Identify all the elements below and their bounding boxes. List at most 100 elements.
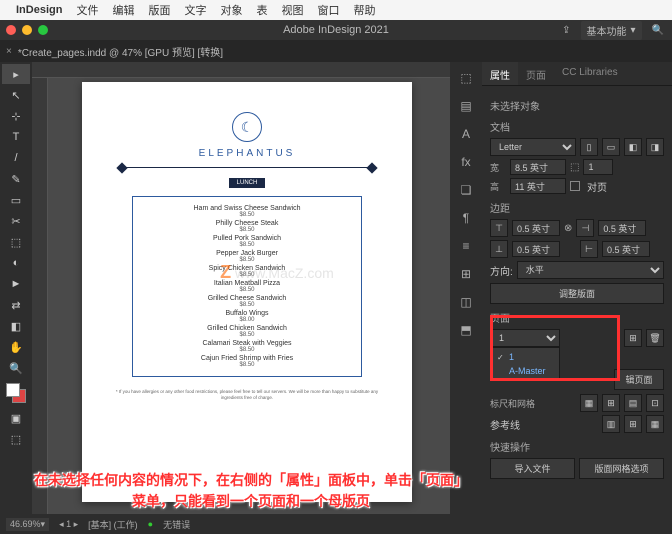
binding-ltr-icon[interactable]: ◧ xyxy=(624,138,642,156)
free-transform-tool[interactable]: ► xyxy=(2,274,30,294)
menu-type[interactable]: 文字 xyxy=(184,2,206,18)
quick-actions-label: 快速操作 xyxy=(490,439,664,454)
margin-top-icon: ⊤ xyxy=(490,219,508,237)
tab-properties[interactable]: 属性 xyxy=(482,62,518,85)
pen-tool[interactable]: ✎ xyxy=(2,169,30,189)
preset-select[interactable]: Letter xyxy=(490,138,576,156)
strip-layers-icon[interactable]: ▤ xyxy=(452,94,480,118)
menu-food-item: Grilled Chicken Sandwich$8.50 xyxy=(143,325,351,338)
view-mode[interactable]: ▣ xyxy=(2,408,30,428)
new-page-icon[interactable]: ⊞ xyxy=(624,329,642,347)
tab-close-icon[interactable]: × xyxy=(6,46,12,57)
guides-icon-2[interactable]: ⊞ xyxy=(624,415,642,433)
document-tab[interactable]: × *Create_pages.indd @ 47% [GPU 预览] [转换] xyxy=(6,44,223,59)
guides-icon-3[interactable]: ▦ xyxy=(646,415,664,433)
grid-icon-2[interactable]: ⊞ xyxy=(602,394,620,412)
zoom-control[interactable]: 46.69% ▾ xyxy=(6,518,49,531)
note-tool[interactable]: ⇄ xyxy=(2,295,30,315)
screen-mode[interactable]: ⬚ xyxy=(2,429,30,449)
vertical-ruler[interactable] xyxy=(32,78,48,534)
menu-object[interactable]: 对象 xyxy=(220,2,242,18)
strip-stroke-icon[interactable]: ◫ xyxy=(452,290,480,314)
strip-pages-icon[interactable]: ⬚ xyxy=(452,66,480,90)
strip-paragraph-icon[interactable]: ¶ xyxy=(452,206,480,230)
tab-pages[interactable]: 页面 xyxy=(518,62,554,85)
width-input[interactable] xyxy=(510,159,566,175)
menu-file[interactable]: 文件 xyxy=(76,2,98,18)
facing-pages-checkbox[interactable] xyxy=(570,181,580,191)
strip-effects-icon[interactable]: fx xyxy=(452,150,480,174)
horizontal-ruler[interactable] xyxy=(32,62,450,78)
binding-rtl-icon[interactable]: ◨ xyxy=(646,138,664,156)
brand-logo-icon: ☾ xyxy=(232,112,262,142)
import-file-button[interactable]: 导入文件 xyxy=(490,458,575,479)
window-minimize-button[interactable] xyxy=(22,25,32,35)
margin-right-icon: ⊢ xyxy=(580,240,598,258)
direction-label: 方向: xyxy=(490,263,513,278)
menu-food-item: Cajun Fried Shrimp with Fries$8.50 xyxy=(143,355,351,368)
search-icon[interactable]: 🔍 xyxy=(652,25,664,36)
margin-right-input[interactable] xyxy=(602,241,650,257)
page-tool[interactable]: ⊹ xyxy=(2,106,30,126)
type-tool[interactable]: T xyxy=(2,127,30,147)
section-badge: LUNCH xyxy=(229,178,266,188)
margins-label: 边距 xyxy=(490,200,664,215)
strip-links-icon[interactable]: ≡ xyxy=(452,234,480,258)
menu-view[interactable]: 视图 xyxy=(281,2,303,18)
color-swatch[interactable] xyxy=(6,383,26,403)
hand-tool[interactable]: ✋ xyxy=(2,337,30,357)
selection-tool[interactable]: ▸ xyxy=(2,64,30,84)
strip-table-icon[interactable]: ⊞ xyxy=(452,262,480,286)
menu-layout[interactable]: 版面 xyxy=(148,2,170,18)
strip-color-icon[interactable]: ⬒ xyxy=(452,318,480,342)
fill-color[interactable] xyxy=(6,383,20,397)
canvas[interactable]: ☾ ELEPHANTUS LUNCH Ham and Swiss Cheese … xyxy=(32,62,450,534)
grid-icon-4[interactable]: ⊡ xyxy=(646,394,664,412)
menu-edit[interactable]: 编辑 xyxy=(112,2,134,18)
orientation-landscape-icon[interactable]: ▭ xyxy=(602,138,620,156)
adjust-layout-button[interactable]: 调整版面 xyxy=(490,283,664,304)
strip-char-icon[interactable]: A xyxy=(452,122,480,146)
grid-icon-3[interactable]: ▤ xyxy=(624,394,642,412)
direct-selection-tool[interactable]: ↖ xyxy=(2,85,30,105)
margin-left-input[interactable] xyxy=(598,220,646,236)
gradient-tool[interactable]: ◐ xyxy=(2,253,30,273)
delete-page-icon[interactable]: 🗑 xyxy=(646,329,664,347)
app-menu[interactable]: InDesign xyxy=(16,4,62,16)
status-basic[interactable]: [基本] (工作) xyxy=(88,518,138,531)
page-nav[interactable]: ◂ 1 ▸ xyxy=(59,519,78,530)
margin-bottom-input[interactable] xyxy=(512,241,560,257)
height-input[interactable] xyxy=(510,178,566,194)
workspace-selector[interactable]: 基本功能 ▾ xyxy=(581,21,642,40)
menu-food-item: Grilled Cheese Sandwich$8.50 xyxy=(143,295,351,308)
guides-icon-1[interactable]: ▥ xyxy=(602,415,620,433)
pages-count-input[interactable] xyxy=(583,159,613,175)
window-close-button[interactable] xyxy=(6,25,16,35)
zoom-tool[interactable]: 🔍 xyxy=(2,358,30,378)
menu-help[interactable]: 帮助 xyxy=(353,2,375,18)
grid-icon-1[interactable]: ▦ xyxy=(580,394,598,412)
popup-item-page1[interactable]: ✓1 xyxy=(491,350,559,364)
scissors-tool[interactable]: ✂ xyxy=(2,211,30,231)
menu-window[interactable]: 窗口 xyxy=(317,2,339,18)
properties-panel: 属性 页面 CC Libraries 未选择对象 文档 Letter ▯ ▭ ◧… xyxy=(482,62,672,534)
rectangle-tool[interactable]: ▭ xyxy=(2,190,30,210)
eyedropper-tool[interactable]: ◧ xyxy=(2,316,30,336)
menu-table[interactable]: 表 xyxy=(256,2,267,18)
tab-cc-libraries[interactable]: CC Libraries xyxy=(554,62,626,85)
strip-swatches-icon[interactable]: ❏ xyxy=(452,178,480,202)
orientation-portrait-icon[interactable]: ▯ xyxy=(580,138,598,156)
link-margins-icon[interactable]: ⊗ xyxy=(564,223,572,234)
margin-top-input[interactable] xyxy=(512,220,560,236)
popup-item-amaster[interactable]: A-Master xyxy=(491,364,559,378)
grid-options-button[interactable]: 版面网格选项 xyxy=(579,458,664,479)
direction-select[interactable]: 水平 xyxy=(517,261,664,279)
app-title: Adobe InDesign 2021 xyxy=(283,24,389,36)
share-icon[interactable]: ⇪ xyxy=(562,25,570,36)
document-page[interactable]: ☾ ELEPHANTUS LUNCH Ham and Swiss Cheese … xyxy=(82,82,412,502)
line-tool[interactable]: / xyxy=(2,148,30,168)
page-selector[interactable]: 1 xyxy=(490,329,560,347)
window-maximize-button[interactable] xyxy=(38,25,48,35)
frame-tool[interactable]: ⬚ xyxy=(2,232,30,252)
edit-spread-button[interactable]: 辑页面 xyxy=(614,369,664,390)
